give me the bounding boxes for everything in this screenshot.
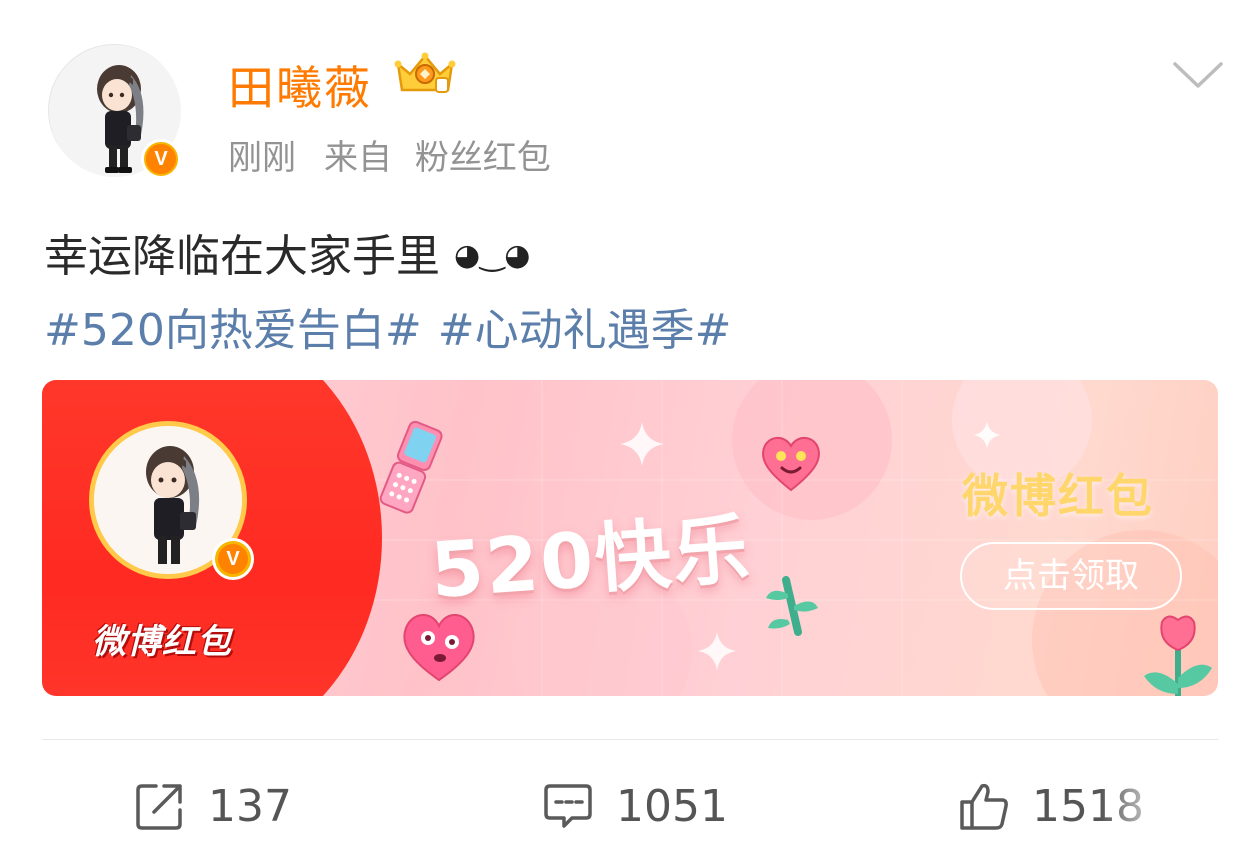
red-packet-banner[interactable]: V 微博红包 520快乐 微博红包 点击领取 xyxy=(42,380,1218,696)
source-prefix: 来自 xyxy=(324,138,392,178)
like-count: 1518 xyxy=(1032,780,1144,832)
hashtag-list: #520向热爱告白# #心动礼遇季# xyxy=(44,294,731,358)
post-emoji: ◕‿◕ xyxy=(454,238,531,273)
repost-count: 137 xyxy=(208,780,292,832)
verified-badge-label: V xyxy=(146,144,176,174)
banner-avatar: V xyxy=(89,421,254,580)
post-text: 幸运降临在大家手里 ◕‿◕ xyxy=(44,220,530,284)
comment-icon xyxy=(544,784,592,828)
banner-logo: 微博红包 xyxy=(92,622,232,662)
vip-crown-icon[interactable] xyxy=(392,50,458,98)
thumbs-up-icon xyxy=(960,783,1008,830)
username[interactable]: 田曦薇 xyxy=(228,52,372,118)
banner-verified-label: V xyxy=(218,544,248,574)
tulip-icon xyxy=(1144,615,1212,696)
claim-button[interactable]: 点击领取 xyxy=(960,542,1182,610)
comment-count: 1051 xyxy=(616,780,728,832)
heart-face-icon xyxy=(403,614,475,682)
post-source[interactable]: 粉丝红包 xyxy=(415,138,551,178)
comment-button[interactable]: 1051 xyxy=(542,778,728,834)
verified-badge: V xyxy=(141,139,181,179)
post-text-body: 幸运降临在大家手里 xyxy=(44,231,440,282)
sparkle-icon xyxy=(973,421,1001,449)
post-meta: 刚刚 来自 粉丝红包 xyxy=(228,130,551,179)
banner-title: 520快乐 xyxy=(427,503,754,616)
banner-verified-badge: V xyxy=(212,538,254,580)
post-time: 刚刚 xyxy=(228,138,296,178)
heart-face-icon xyxy=(762,437,820,492)
leaf-pencil-icon xyxy=(766,576,818,636)
hashtag-link[interactable]: #520向热爱告白# xyxy=(44,305,422,356)
user-avatar[interactable]: V xyxy=(48,44,181,179)
repost-button[interactable]: 137 xyxy=(134,778,292,834)
repost-icon xyxy=(136,784,182,830)
like-button[interactable]: 1518 xyxy=(958,778,1144,834)
sparkle-icon xyxy=(697,631,737,671)
banner-brand: 微博红包 xyxy=(962,469,1154,523)
divider xyxy=(42,739,1218,740)
chevron-down-icon[interactable] xyxy=(1172,60,1224,90)
hashtag-link[interactable]: #心动礼遇季# xyxy=(438,305,732,356)
flip-phone-icon xyxy=(379,420,443,514)
sparkle-icon xyxy=(620,422,664,466)
